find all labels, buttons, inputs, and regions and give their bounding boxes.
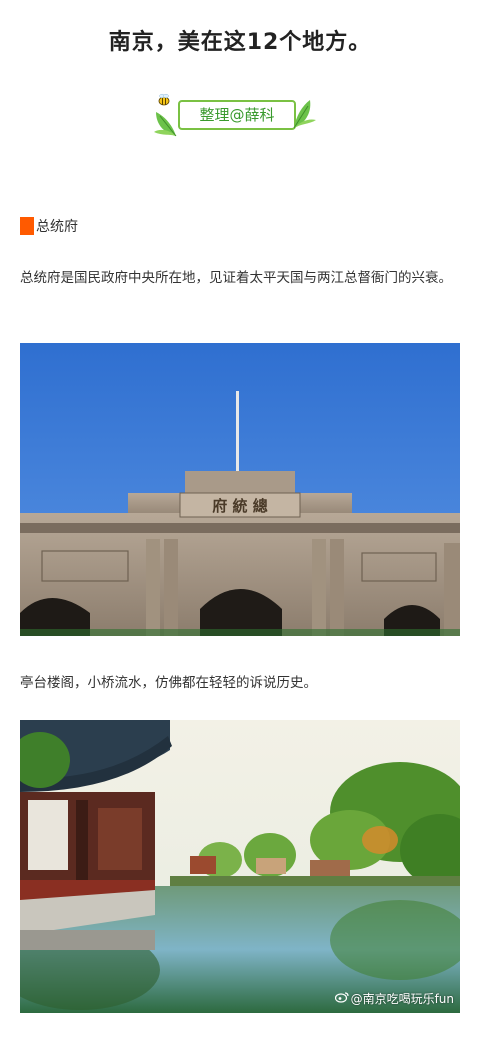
leaf-left-icon	[152, 106, 180, 144]
leaf-right-icon	[292, 98, 318, 136]
section-marker-icon	[20, 217, 34, 235]
watermark-text: @南京吃喝玩乐fun	[350, 992, 454, 1006]
watermark: @南京吃喝玩乐fun	[334, 990, 454, 1007]
article-title: 南京，美在这12个地方。	[108, 30, 372, 55]
author-badge: 整理@薛科	[152, 92, 320, 144]
author-label: 整理@薛科	[178, 100, 296, 130]
paragraph-intro: 总统府是国民政府中央所在地，见证着太平天国与两江总督衙门的兴衰。	[20, 270, 452, 286]
photo-presidential-palace: 府 統 總	[20, 343, 460, 636]
section-heading-label: 总统府	[36, 219, 78, 235]
paragraph-garden: 亭台楼阁，小桥流水，仿佛都在轻轻的诉说历史。	[20, 675, 317, 691]
section-heading: 总统府	[20, 216, 78, 236]
weibo-icon	[334, 991, 349, 1006]
plaque-text: 府 統 總	[212, 497, 267, 515]
photo-garden-lake: @南京吃喝玩乐fun	[20, 720, 460, 1013]
